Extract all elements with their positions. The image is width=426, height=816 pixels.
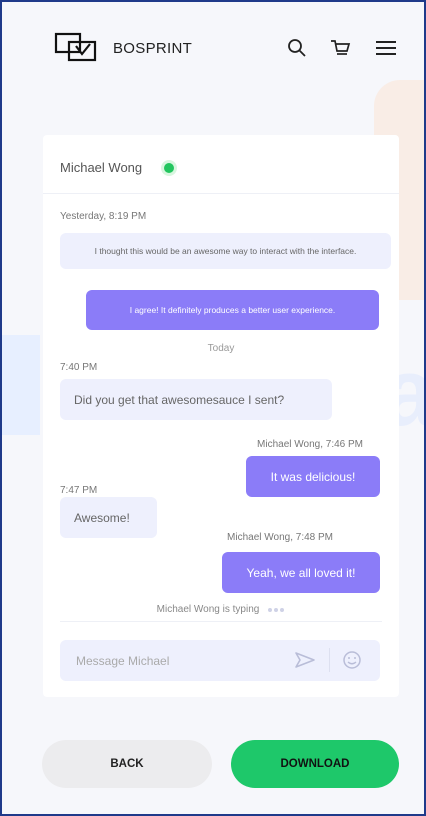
outgoing-message: It was delicious! [246, 456, 380, 497]
timestamp: 7:40 PM [60, 362, 98, 373]
outgoing-message: Yeah, we all loved it! [222, 552, 380, 593]
outgoing-message: I agree! It definitely produces a better… [86, 290, 379, 330]
emoji-icon[interactable] [342, 650, 362, 670]
search-icon[interactable] [285, 36, 309, 60]
brand-name: BOSPRINT [113, 40, 193, 57]
typing-text: Michael Wong is typing [156, 604, 260, 616]
divider [329, 648, 330, 672]
typing-indicator: Michael Wong is typing [43, 604, 399, 615]
back-button[interactable]: BACK [42, 740, 212, 788]
header: BOSPRINT [2, 2, 424, 92]
typing-dots-icon [267, 604, 285, 615]
date-separator: Today [207, 343, 235, 354]
cart-icon[interactable] [328, 36, 352, 60]
incoming-message: Did you get that awesomesauce I sent? [60, 379, 332, 420]
chat-card: Michael Wong Yesterday, 8:19 PM I though… [43, 135, 399, 697]
timestamp: 7:47 PM [60, 485, 98, 496]
online-status-icon [164, 163, 174, 173]
download-button[interactable]: DOWNLOAD [231, 740, 399, 788]
menu-icon[interactable] [374, 36, 398, 60]
incoming-message: Awesome! [60, 497, 157, 538]
divider [60, 621, 382, 622]
incoming-message: I thought this would be an awesome way t… [60, 233, 391, 269]
message-input[interactable] [60, 640, 380, 681]
divider [43, 193, 399, 194]
send-icon[interactable] [294, 651, 316, 669]
contact-name[interactable]: Michael Wong [60, 160, 142, 175]
logo-icon[interactable] [54, 32, 98, 62]
timestamp: Michael Wong, 7:48 PM [227, 532, 333, 543]
timestamp: Yesterday, 8:19 PM [60, 211, 147, 222]
timestamp: Michael Wong, 7:46 PM [257, 439, 363, 450]
app-frame: BOSPRINT Michael Wong Yesterday, 8:19 PM… [0, 0, 426, 816]
